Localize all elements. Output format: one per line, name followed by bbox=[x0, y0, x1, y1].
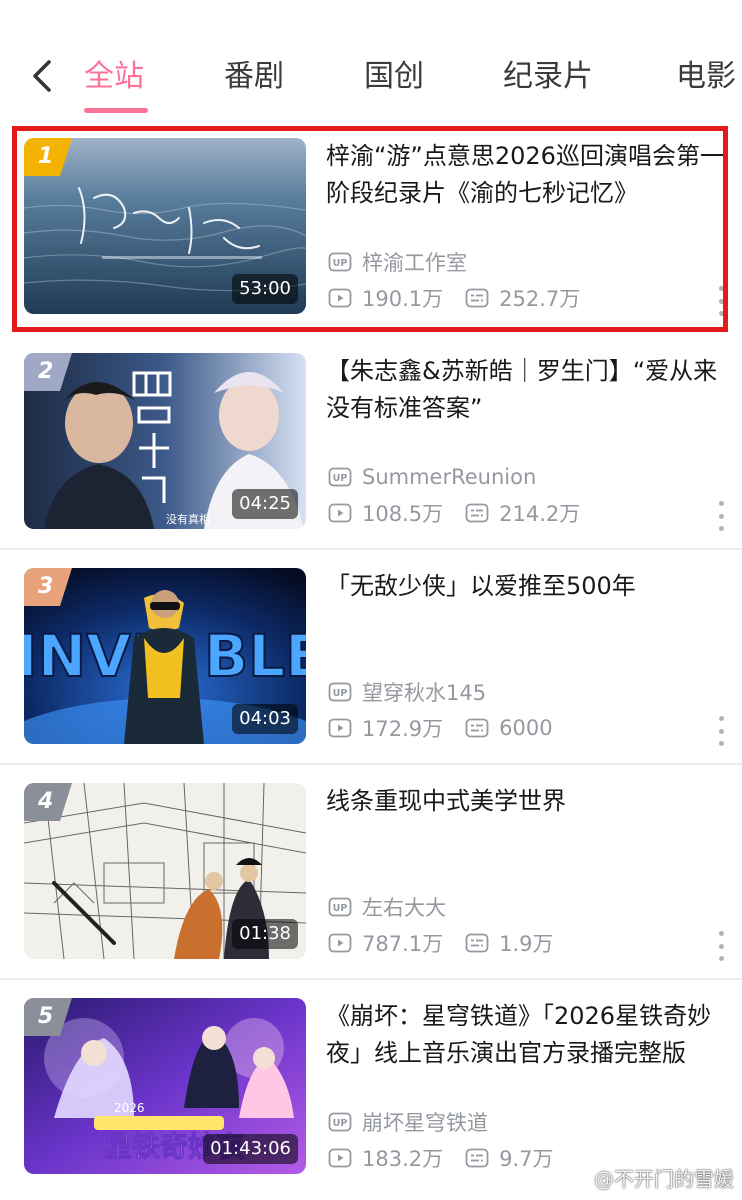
video-title[interactable]: 线条重现中式美学世界 bbox=[326, 783, 726, 820]
uploader-name: 崩坏星穹铁道 bbox=[362, 1111, 488, 1135]
video-duration: 01:38 bbox=[232, 919, 298, 949]
danmaku-count: 1.9万 bbox=[499, 932, 554, 956]
video-duration: 04:25 bbox=[232, 489, 298, 519]
uploader-row[interactable]: UP 左右大大 bbox=[328, 893, 446, 921]
danmaku-count-icon bbox=[465, 503, 489, 523]
stats-row: 787.1万 1.9万 bbox=[328, 929, 554, 957]
stats-row: 172.9万 6000 bbox=[328, 714, 553, 742]
tab-all[interactable]: 全站 bbox=[84, 55, 144, 99]
uploader-row[interactable]: UP 崩坏星穹铁道 bbox=[328, 1108, 488, 1136]
uploader-row[interactable]: UP 梓渝工作室 bbox=[328, 248, 467, 276]
svg-text:UP: UP bbox=[333, 903, 348, 914]
danmaku-count: 214.2万 bbox=[499, 502, 581, 526]
stats-row: 183.2万 9.7万 bbox=[328, 1144, 554, 1172]
video-thumbnail[interactable]: INVI BLE 3 04:03 bbox=[24, 568, 306, 744]
uploader-name: 望穿秋水145 bbox=[362, 681, 487, 705]
danmaku-count: 9.7万 bbox=[499, 1147, 554, 1171]
up-icon: UP bbox=[328, 1112, 352, 1132]
uploader-name: 左右大大 bbox=[362, 896, 446, 920]
up-icon: UP bbox=[328, 252, 352, 272]
rank-badge: 2 bbox=[38, 359, 54, 384]
video-card[interactable]: 4 01:38 线条重现中式美学世界 UP 左右大大 787.1万 1.9万 bbox=[0, 765, 742, 980]
danmaku-count-icon bbox=[465, 718, 489, 738]
play-count-icon bbox=[328, 718, 352, 738]
uploader-name: 梓渝工作室 bbox=[362, 251, 467, 275]
uploader-row[interactable]: UP 望穿秋水145 bbox=[328, 678, 486, 706]
video-duration: 01:43:06 bbox=[203, 1134, 298, 1164]
active-tab-indicator bbox=[84, 108, 148, 113]
svg-text:UP: UP bbox=[333, 1118, 348, 1129]
svg-text:UP: UP bbox=[333, 688, 348, 699]
weibo-icon bbox=[563, 1168, 588, 1189]
play-count-icon bbox=[328, 1148, 352, 1168]
video-title[interactable]: 梓渝“游”点意思2026巡回演唱会第一阶段纪录片《渝的七秒记忆》 bbox=[326, 138, 726, 212]
video-duration: 04:03 bbox=[232, 704, 298, 734]
danmaku-count-icon bbox=[465, 933, 489, 953]
svg-text:没有真相: 没有真相 bbox=[166, 512, 210, 526]
danmaku-count-icon bbox=[465, 1148, 489, 1168]
stats-row: 108.5万 214.2万 bbox=[328, 499, 580, 527]
danmaku-count: 252.7万 bbox=[499, 287, 581, 311]
up-icon: UP bbox=[328, 467, 352, 487]
svg-text:UP: UP bbox=[333, 473, 348, 484]
video-title[interactable]: 《崩坏：星穹铁道》「2026星铁奇妙夜」线上音乐演出官方录播完整版 bbox=[326, 998, 726, 1072]
video-title[interactable]: 【朱志鑫&苏新皓｜罗生门】“爱从来没有标准答案” bbox=[326, 353, 726, 427]
rank-badge: 5 bbox=[38, 1004, 54, 1029]
tab-documentary[interactable]: 纪录片 bbox=[503, 55, 593, 99]
rank-badge: 3 bbox=[38, 574, 54, 599]
tab-guochuang[interactable]: 国创 bbox=[364, 55, 424, 99]
video-thumbnail[interactable]: 星铁奇妙夜 2026 5 01:43:06 bbox=[24, 998, 306, 1174]
danmaku-count: 6000 bbox=[499, 716, 553, 740]
video-thumbnail[interactable]: 4 01:38 bbox=[24, 783, 306, 959]
video-card[interactable]: INVI BLE 3 04:03 「无敌少侠」以爱推至500年 UP 望穿秋水1… bbox=[0, 550, 742, 765]
svg-text:2026: 2026 bbox=[114, 1101, 145, 1115]
video-card[interactable]: 1 53:00 梓渝“游”点意思2026巡回演唱会第一阶段纪录片《渝的七秒记忆》… bbox=[0, 120, 742, 335]
video-thumbnail[interactable]: 没有真相 2 04:25 bbox=[24, 353, 306, 529]
video-thumbnail[interactable]: 1 53:00 bbox=[24, 138, 306, 314]
stats-row: 190.1万 252.7万 bbox=[328, 284, 580, 312]
tab-movie[interactable]: 电影 bbox=[676, 55, 736, 99]
play-count-icon bbox=[328, 933, 352, 953]
svg-text:BLE: BLE bbox=[204, 622, 306, 690]
uploader-row[interactable]: UP SummerReunion bbox=[328, 463, 536, 491]
danmaku-count-icon bbox=[465, 288, 489, 308]
view-count: 108.5万 bbox=[362, 502, 444, 526]
more-options-icon[interactable] bbox=[716, 716, 726, 746]
more-options-icon[interactable] bbox=[716, 286, 726, 316]
more-options-icon[interactable] bbox=[716, 501, 726, 531]
video-duration: 53:00 bbox=[232, 274, 298, 304]
view-count: 190.1万 bbox=[362, 287, 444, 311]
category-tab-bar: 全站 番剧 国创 纪录片 电影 bbox=[0, 0, 742, 120]
watermark-text: @不开门的雪媛 bbox=[594, 1167, 734, 1191]
rank-badge: 4 bbox=[38, 789, 54, 814]
tab-anime[interactable]: 番剧 bbox=[224, 55, 284, 99]
more-options-icon[interactable] bbox=[716, 931, 726, 961]
back-button[interactable] bbox=[22, 56, 62, 96]
video-card[interactable]: 没有真相 2 04:25 【朱志鑫&苏新皓｜罗生门】“爱从来没有标准答案” UP… bbox=[0, 335, 742, 550]
view-count: 183.2万 bbox=[362, 1147, 444, 1171]
view-count: 172.9万 bbox=[362, 717, 444, 741]
view-count: 787.1万 bbox=[362, 932, 444, 956]
weibo-watermark: @不开门的雪媛 bbox=[563, 1163, 734, 1192]
video-title[interactable]: 「无敌少侠」以爱推至500年 bbox=[326, 568, 726, 605]
up-icon: UP bbox=[328, 682, 352, 702]
uploader-name: SummerReunion bbox=[362, 465, 537, 489]
up-icon: UP bbox=[328, 897, 352, 917]
play-count-icon bbox=[328, 288, 352, 308]
rank-badge: 1 bbox=[38, 144, 54, 169]
chevron-left-icon bbox=[33, 60, 51, 92]
play-count-icon bbox=[328, 503, 352, 523]
svg-text:UP: UP bbox=[333, 258, 348, 269]
